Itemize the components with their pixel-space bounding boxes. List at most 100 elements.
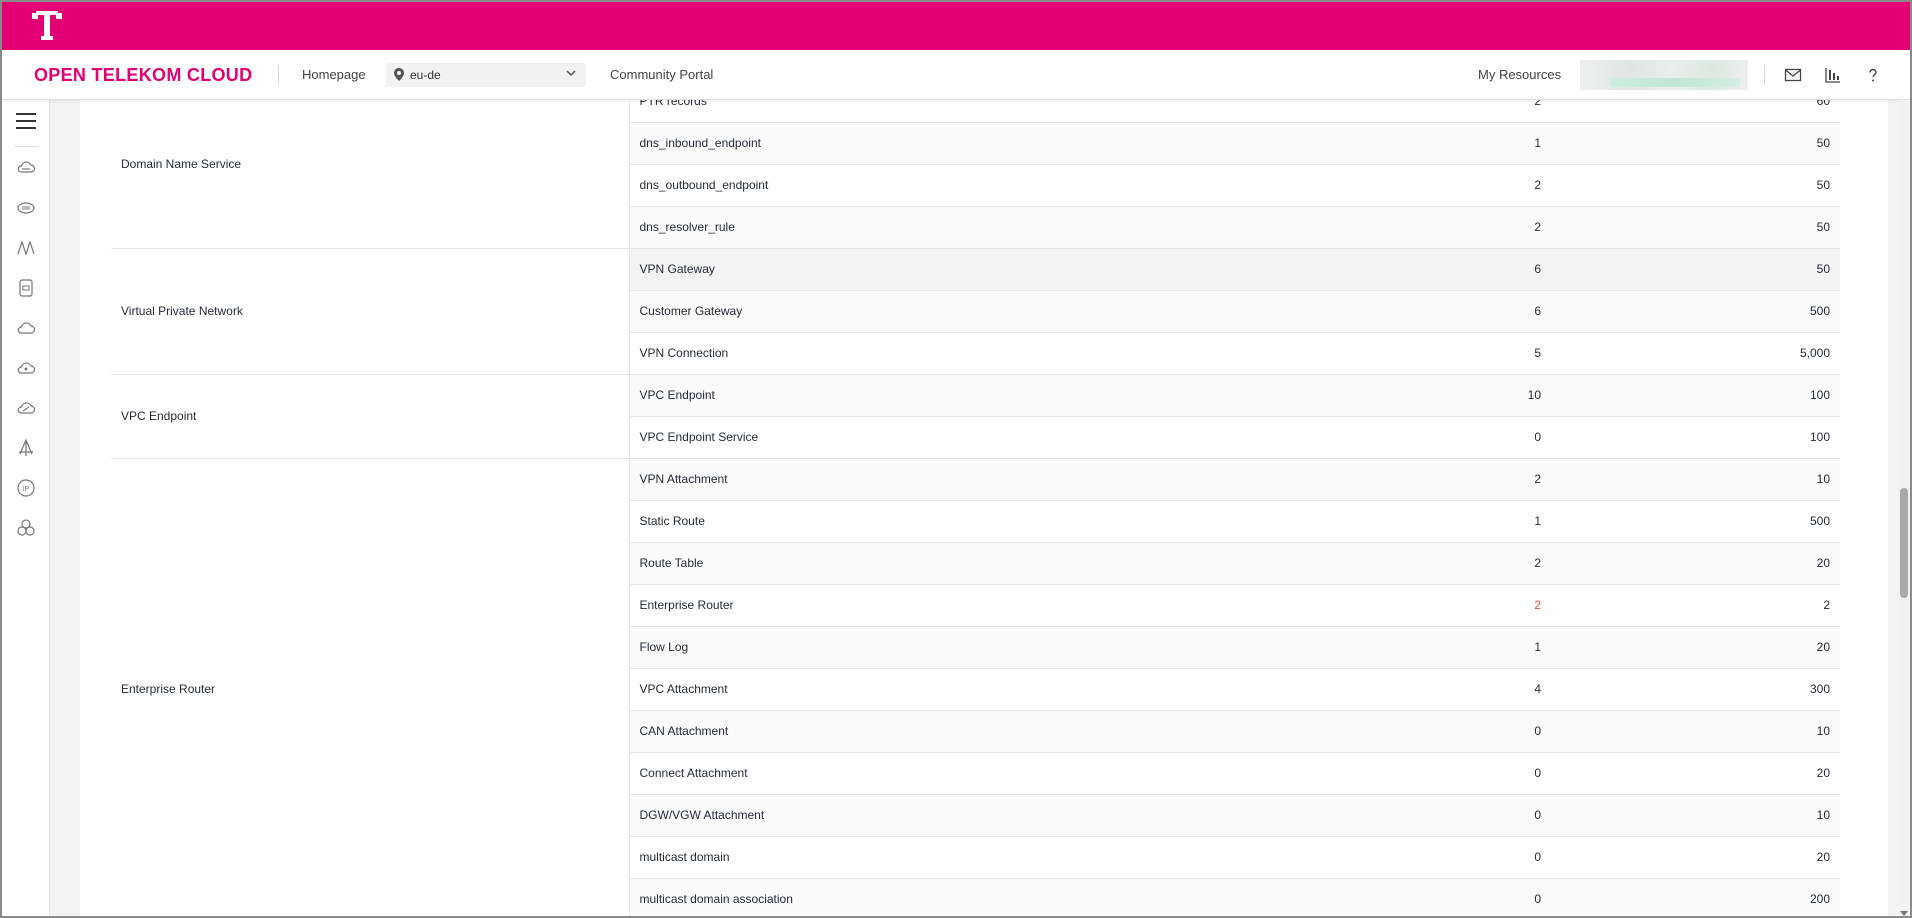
total-quota-cell: 20 xyxy=(1551,542,1840,585)
total-quota-cell: 500 xyxy=(1551,500,1840,543)
used-quota-cell: 0 xyxy=(1229,416,1551,459)
total-quota-cell: 200 xyxy=(1551,878,1840,916)
cloud-network-icon[interactable] xyxy=(16,358,36,378)
resource-type-cell: multicast domain xyxy=(629,836,1229,879)
used-quota-cell: 6 xyxy=(1229,248,1551,291)
cloud-server-icon[interactable] xyxy=(16,158,36,178)
telekom-t-logo[interactable] xyxy=(32,10,62,42)
total-quota-cell: 10 xyxy=(1551,458,1840,501)
resource-type-cell: DGW/VGW Attachment xyxy=(629,794,1229,837)
scroll-down-arrow-icon[interactable] xyxy=(1900,911,1908,916)
table-row: Enterprise Router VPN Attachment 2 10 xyxy=(111,458,1840,916)
account-name-redacted[interactable] xyxy=(1580,60,1748,90)
table-row: VPC Endpoint VPC Endpoint 10 100 xyxy=(111,374,1840,459)
service-name-cell: Enterprise Router xyxy=(111,458,630,916)
disk-icon[interactable] xyxy=(16,198,36,218)
storage-icon[interactable] xyxy=(16,278,36,298)
total-quota-cell: 10 xyxy=(1551,794,1840,837)
total-quota-cell: 10 xyxy=(1551,710,1840,753)
cloud-icon[interactable] xyxy=(16,318,36,338)
total-quota-cell: 50 xyxy=(1551,122,1840,165)
my-resources-link[interactable]: My Resources xyxy=(1478,67,1561,82)
used-quota-cell: 1 xyxy=(1229,500,1551,543)
cdn-icon[interactable] xyxy=(16,238,36,258)
total-quota-cell: 500 xyxy=(1551,290,1840,333)
community-portal-link[interactable]: Community Portal xyxy=(610,67,713,82)
used-quota-cell: 2 xyxy=(1229,206,1551,249)
brand-title[interactable]: OPEN TELEKOM CLOUD xyxy=(34,65,252,86)
cloud-gateway-icon[interactable] xyxy=(16,398,36,418)
resource-type-cell: Enterprise Router xyxy=(629,584,1229,627)
scrollbar-thumb[interactable] xyxy=(1900,488,1908,598)
vertical-scrollbar[interactable] xyxy=(1898,100,1910,916)
used-quota-cell: 0 xyxy=(1229,794,1551,837)
used-quota-cell: 4 xyxy=(1229,668,1551,711)
tower-icon[interactable] xyxy=(16,438,36,458)
region-value: eu-de xyxy=(410,68,441,82)
used-quota-cell: 2 xyxy=(1229,458,1551,501)
resource-type-cell: dns_inbound_endpoint xyxy=(629,122,1229,165)
service-name-cell: Virtual Private Network xyxy=(111,248,630,375)
service-name-cell: Domain Name Service xyxy=(111,80,630,249)
total-quota-cell: 50 xyxy=(1551,206,1840,249)
used-quota-cell: 2 xyxy=(1229,542,1551,585)
resource-type-cell: Customer Gateway xyxy=(629,290,1229,333)
used-quota-cell: 2 xyxy=(1229,164,1551,207)
total-quota-cell: 20 xyxy=(1551,752,1840,795)
main-content: Domain Name Service PTR records 2 60 dns_inb… xyxy=(50,80,1904,916)
used-quota-cell: 1 xyxy=(1229,626,1551,669)
resource-type-cell: VPN Connection xyxy=(629,332,1229,375)
total-quota-cell: 50 xyxy=(1551,248,1840,291)
total-quota-cell: 50 xyxy=(1551,164,1840,207)
used-quota-cell: 0 xyxy=(1229,836,1551,879)
mail-icon[interactable] xyxy=(1784,66,1802,84)
used-quota-cell: 0 xyxy=(1229,878,1551,916)
resource-type-cell: Connect Attachment xyxy=(629,752,1229,795)
service-icon-rail: IP xyxy=(2,100,50,916)
resource-type-cell: VPN Attachment xyxy=(629,458,1229,501)
cluster-icon[interactable] xyxy=(16,518,36,538)
resource-type-cell: VPC Endpoint Service xyxy=(629,416,1229,459)
browser-frame: OPEN TELEKOM CLOUD Homepage eu-de Commun… xyxy=(0,0,1912,918)
header-divider xyxy=(1764,65,1765,85)
used-quota-cell: 0 xyxy=(1229,752,1551,795)
total-quota-cell: 20 xyxy=(1551,626,1840,669)
total-quota-cell: 20 xyxy=(1551,836,1840,879)
quota-table: Domain Name Service PTR records 2 60 dns_inb… xyxy=(111,80,1840,916)
used-quota-cell: 2 xyxy=(1229,584,1551,627)
total-quota-cell: 100 xyxy=(1551,374,1840,417)
resource-type-cell: dns_outbound_endpoint xyxy=(629,164,1229,207)
ip-icon[interactable]: IP xyxy=(16,478,36,498)
chevron-down-icon xyxy=(566,70,576,77)
resource-type-cell: multicast domain association xyxy=(629,878,1229,916)
total-quota-cell: 5,000 xyxy=(1551,332,1840,375)
used-quota-cell: 5 xyxy=(1229,332,1551,375)
total-quota-cell: 100 xyxy=(1551,416,1840,459)
console-header: OPEN TELEKOM CLOUD Homepage eu-de Commun… xyxy=(2,50,1910,100)
resource-type-cell: VPN Gateway xyxy=(629,248,1229,291)
resource-type-cell: dns_resolver_rule xyxy=(629,206,1229,249)
header-divider xyxy=(278,65,279,85)
chart-bars-icon[interactable] xyxy=(1824,66,1842,84)
total-quota-cell: 300 xyxy=(1551,668,1840,711)
used-quota-cell: 0 xyxy=(1229,710,1551,753)
region-selector[interactable]: eu-de xyxy=(386,63,586,87)
location-pin-icon xyxy=(394,68,404,81)
used-quota-cell: 6 xyxy=(1229,290,1551,333)
resource-type-cell: VPC Endpoint xyxy=(629,374,1229,417)
resource-type-cell: Route Table xyxy=(629,542,1229,585)
resource-type-cell: Flow Log xyxy=(629,626,1229,669)
resource-type-cell: Static Route xyxy=(629,500,1229,543)
total-quota-cell: 2 xyxy=(1551,584,1840,627)
menu-icon[interactable] xyxy=(16,112,36,130)
top-brand-bar xyxy=(2,2,1910,50)
help-icon[interactable] xyxy=(1864,66,1882,84)
resource-type-cell: CAN Attachment xyxy=(629,710,1229,753)
homepage-link[interactable]: Homepage xyxy=(302,67,366,82)
rail-divider xyxy=(14,146,38,147)
used-quota-cell: 10 xyxy=(1229,374,1551,417)
used-quota-cell: 1 xyxy=(1229,122,1551,165)
resource-type-cell: VPC Attachment xyxy=(629,668,1229,711)
svg-text:IP: IP xyxy=(23,486,30,493)
service-name-cell: VPC Endpoint xyxy=(111,374,630,459)
